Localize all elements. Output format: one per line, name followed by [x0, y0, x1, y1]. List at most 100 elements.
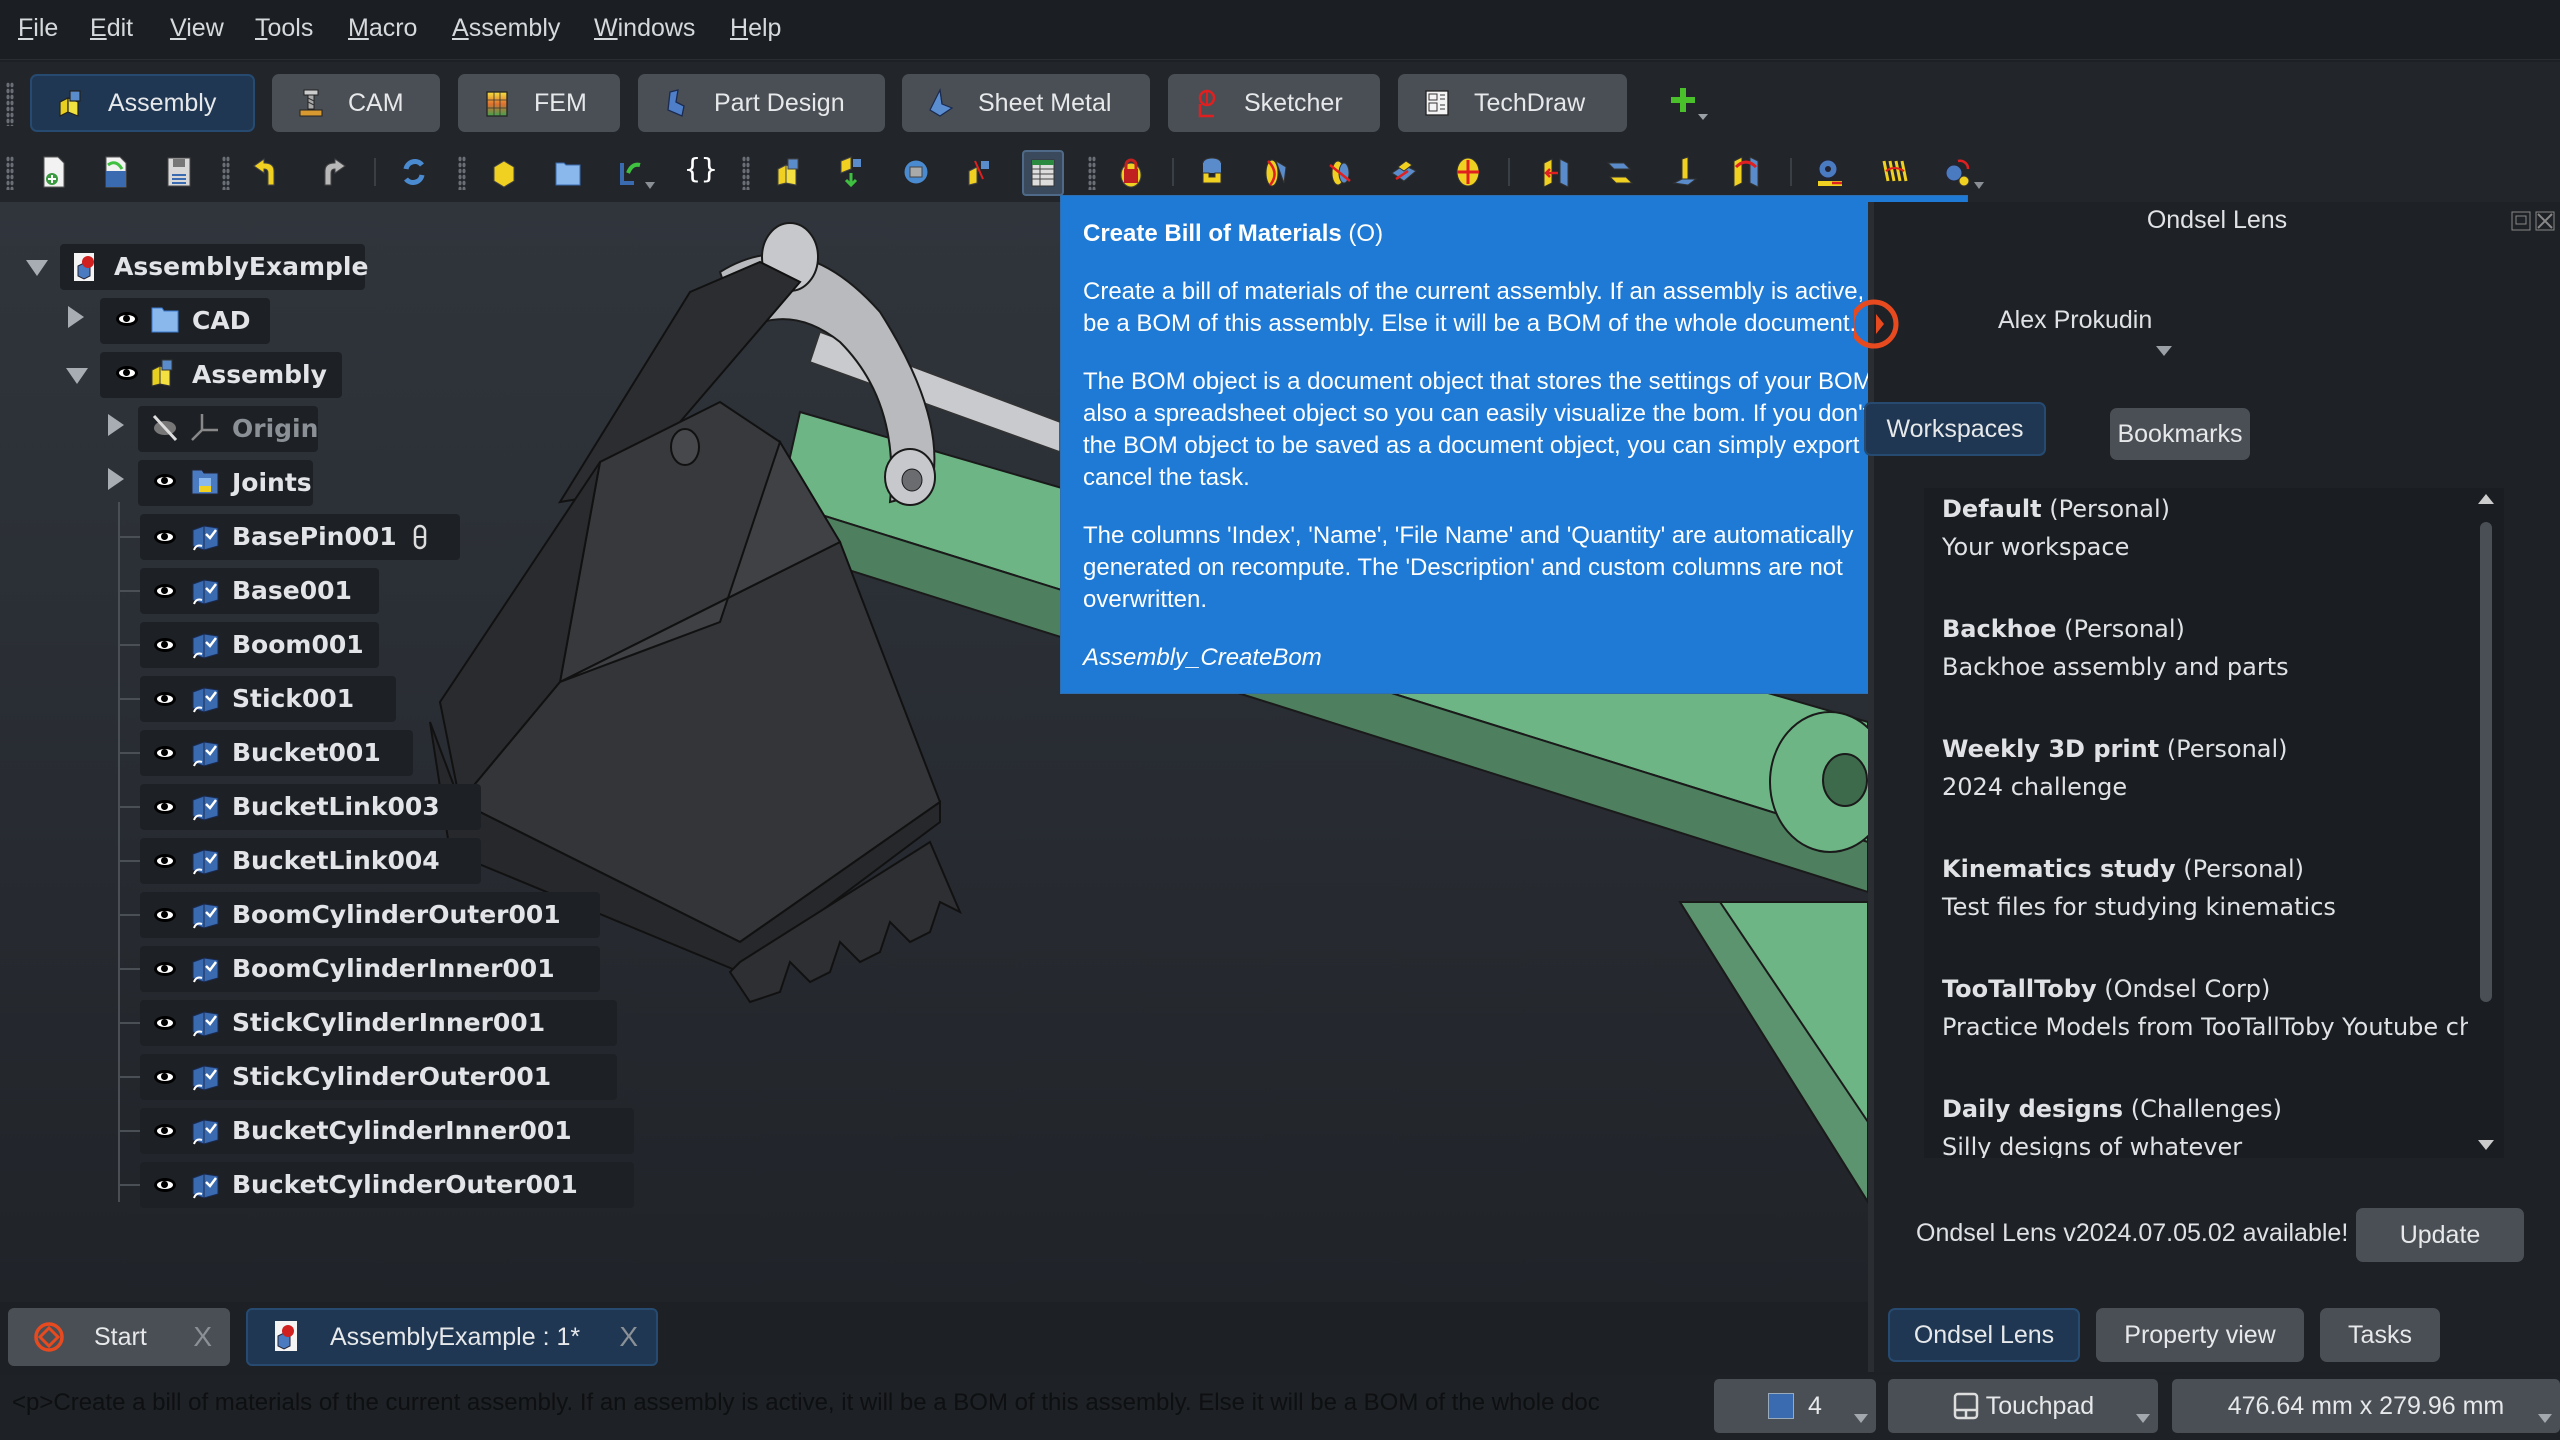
workbench-part-design-button[interactable]: Part Design — [638, 74, 885, 132]
workspace-item[interactable]: Weekly 3D print (Personal) 2024 challenge — [1942, 730, 2288, 806]
add-workbench-button[interactable] — [1666, 82, 1708, 126]
tree-item-label[interactable]: BucketCylinderInner001 — [232, 1116, 572, 1145]
refresh-icon[interactable] — [398, 155, 430, 189]
undo-icon[interactable] — [252, 155, 284, 189]
part-icon[interactable] — [488, 155, 520, 189]
solve-assembly-icon[interactable] — [900, 155, 932, 189]
workbench-assembly-button[interactable]: Assembly — [30, 74, 255, 132]
workspace-item[interactable]: Daily designs (Challenges) Silly designs … — [1942, 1090, 2282, 1158]
tree-item-label[interactable]: Boom001 — [232, 630, 364, 659]
visibility-eye-icon[interactable] — [154, 908, 176, 922]
visibility-eye-icon[interactable] — [154, 962, 176, 976]
panel-float-close-icons[interactable] — [2510, 210, 2558, 234]
menu-edit[interactable]: Edit — [90, 14, 133, 43]
scroll-up-arrow[interactable] — [2478, 494, 2494, 504]
tree-item-cad[interactable]: CAD — [192, 306, 250, 335]
navigation-style-selector[interactable]: Touchpad — [1888, 1379, 2158, 1433]
slider-joint-icon[interactable] — [1388, 155, 1420, 189]
angle-joint-icon[interactable] — [1730, 155, 1762, 189]
toolbar-grip[interactable] — [458, 156, 466, 190]
exploded-view-icon[interactable] — [963, 155, 995, 189]
parallel-joint-icon[interactable] — [1604, 155, 1636, 189]
ball-joint-icon[interactable] — [1452, 155, 1484, 189]
workspace-item[interactable]: Backhoe (Personal) Backhoe assembly and p… — [1942, 610, 2289, 686]
menu-file[interactable]: File — [18, 14, 58, 43]
workbench-sketcher-button[interactable]: Sketcher — [1168, 74, 1380, 132]
tree-item-label[interactable]: BucketLink003 — [232, 792, 440, 821]
doc-tab-start[interactable]: Start X — [8, 1308, 230, 1366]
visibility-eye-icon[interactable] — [154, 584, 176, 598]
toolbar-grip[interactable] — [6, 156, 14, 190]
workbench-techdraw-button[interactable]: TechDraw — [1398, 74, 1627, 132]
save-document-icon[interactable] — [163, 155, 195, 189]
workspace-item[interactable]: Default (Personal) Your workspace — [1942, 490, 2170, 566]
create-assembly-icon[interactable] — [772, 155, 804, 189]
tree-item-root[interactable]: AssemblyExample — [114, 252, 368, 281]
visibility-eye-icon[interactable] — [116, 312, 138, 326]
rack-pinion-icon[interactable] — [1814, 155, 1846, 189]
visibility-eye-icon[interactable] — [154, 1016, 176, 1030]
menu-tools[interactable]: Tools — [255, 14, 313, 43]
tab-tasks[interactable]: Tasks — [2320, 1308, 2440, 1362]
workbench-sheet-metal-button[interactable]: Sheet Metal — [902, 74, 1150, 132]
doc-tab-assembly-example[interactable]: AssemblyExample : 1* X — [246, 1308, 658, 1366]
tab-workspaces[interactable]: Workspaces — [1864, 402, 2046, 456]
tree-item-label[interactable]: BucketLink004 — [232, 846, 440, 875]
tree-item-label[interactable]: StickCylinderOuter001 — [232, 1062, 551, 1091]
workbench-fem-button[interactable]: FEM — [458, 74, 620, 132]
tree-item-label[interactable]: Base001 — [232, 576, 352, 605]
ground-joint-icon[interactable] — [1115, 155, 1147, 189]
expand-toggle[interactable] — [108, 468, 124, 490]
visibility-eye-icon[interactable] — [154, 692, 176, 706]
toolbar-grip[interactable] — [6, 82, 14, 126]
expression-braces-icon[interactable]: {} — [684, 152, 718, 185]
visibility-eye-icon[interactable] — [154, 854, 176, 868]
menu-assembly[interactable]: Assembly — [452, 14, 560, 43]
toolbar-grip[interactable] — [1088, 156, 1096, 190]
visibility-eye-icon[interactable] — [154, 1070, 176, 1084]
open-document-icon[interactable] — [100, 155, 132, 189]
visibility-eye-icon[interactable] — [154, 530, 176, 544]
tree-item-joints[interactable]: Joints — [232, 468, 312, 497]
visibility-eye-icon[interactable] — [116, 366, 138, 380]
workspace-item[interactable]: TooTallToby (Ondsel Corp) Practice Models… — [1942, 970, 2504, 1046]
workbench-cam-button[interactable]: CAM — [272, 74, 440, 132]
close-tab-icon[interactable]: X — [193, 1321, 212, 1353]
tree-item-label[interactable]: Stick001 — [232, 684, 354, 713]
tree-item-label[interactable]: BucketCylinderOuter001 — [232, 1170, 578, 1199]
collapse-toggle[interactable] — [66, 368, 88, 384]
close-tab-icon[interactable]: X — [619, 1321, 638, 1353]
gears-belt-icon[interactable] — [1942, 155, 1974, 189]
toolbar-grip[interactable] — [742, 156, 750, 190]
expand-toggle[interactable] — [108, 414, 124, 436]
cylindrical-joint-icon[interactable] — [1324, 155, 1356, 189]
create-bom-button[interactable] — [1022, 150, 1064, 196]
menu-view[interactable]: View — [170, 14, 224, 43]
scroll-down-arrow[interactable] — [2478, 1140, 2494, 1150]
expand-toggle[interactable] — [68, 306, 84, 328]
workspace-scrollbar-track[interactable] — [2468, 488, 2504, 1158]
visibility-eye-icon[interactable] — [154, 746, 176, 760]
user-dropdown-arrow[interactable] — [2156, 346, 2172, 356]
menu-help[interactable]: Help — [730, 14, 781, 43]
visibility-eye-icon[interactable] — [154, 800, 176, 814]
visibility-eye-icon[interactable] — [154, 638, 176, 652]
screw-joint-icon[interactable] — [1878, 155, 1910, 189]
tree-item-assembly[interactable]: Assembly — [192, 360, 327, 389]
visibility-eye-icon[interactable] — [154, 1124, 176, 1138]
tree-item-label[interactable]: StickCylinderInner001 — [232, 1008, 545, 1037]
visibility-eye-icon[interactable] — [154, 1178, 176, 1192]
revolute-joint-icon[interactable] — [1260, 155, 1292, 189]
menu-macro[interactable]: Macro — [348, 14, 417, 43]
workspace-list[interactable]: Default (Personal) Your workspace Backhoe… — [1924, 488, 2504, 1158]
collapse-root-toggle[interactable] — [26, 260, 48, 276]
toolbar-grip[interactable] — [222, 156, 230, 190]
tree-item-label[interactable]: BasePin001 — [232, 522, 397, 551]
user-name[interactable]: Alex Prokudin — [1998, 306, 2152, 335]
workspace-scrollbar-thumb[interactable] — [2480, 522, 2492, 1002]
visibility-eye-icon[interactable] — [154, 474, 176, 488]
tab-property-view[interactable]: Property view — [2096, 1308, 2304, 1362]
tree-item-label[interactable]: BoomCylinderInner001 — [232, 954, 555, 983]
dimension-readout[interactable]: 476.64 mm x 279.96 mm — [2172, 1379, 2560, 1433]
group-folder-icon[interactable] — [552, 155, 584, 189]
